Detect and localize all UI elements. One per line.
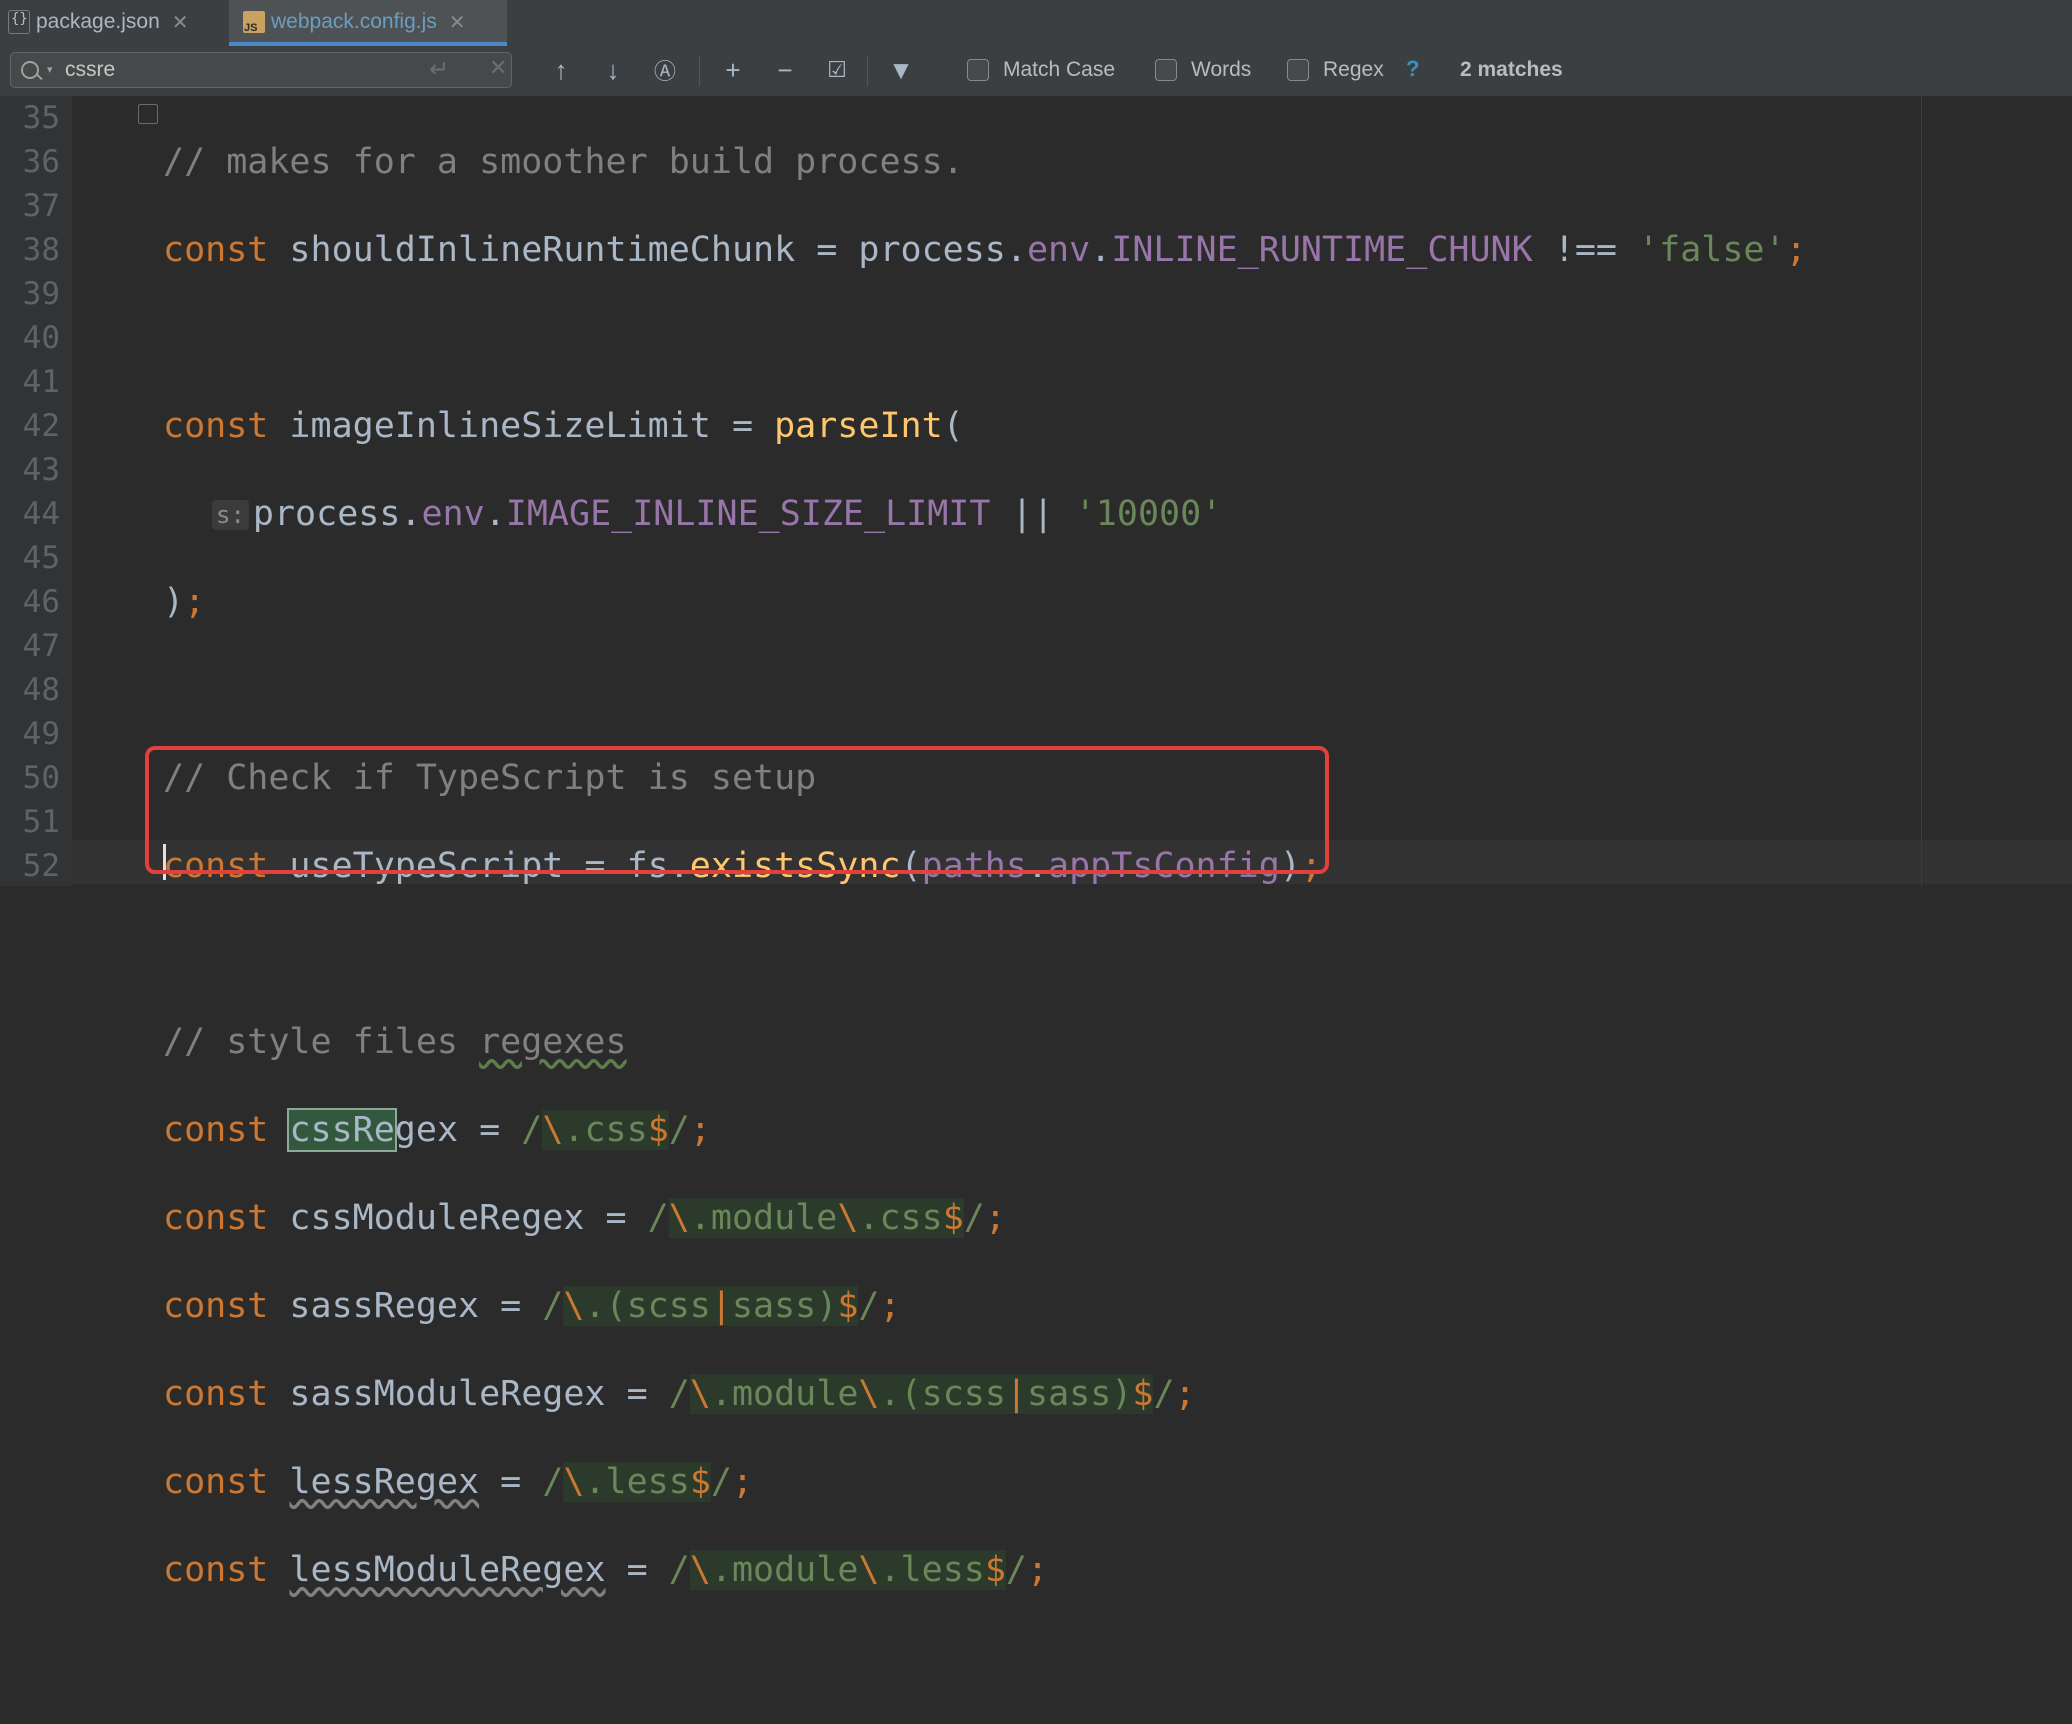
line-number: 47 [22, 628, 60, 664]
line-number: 43 [22, 452, 60, 488]
line-number: 37 [22, 188, 60, 224]
line-number: 42 [22, 408, 60, 444]
tab-webpack-config[interactable]: webpack.config.js ✕ [229, 0, 507, 46]
match-case-checkbox[interactable]: Match Case [967, 58, 1115, 82]
select-all-occurrences-icon[interactable]: ☑ [819, 52, 855, 88]
line-number: 50 [22, 760, 60, 796]
line-number: 40 [22, 320, 60, 356]
checkbox-label: Match Case [1003, 58, 1116, 81]
search-icon[interactable] [21, 61, 39, 79]
js-file-icon [243, 11, 265, 34]
tab-label: package.json [36, 10, 160, 33]
code-line: const lessRegex = /\.less$/; [163, 1462, 754, 1502]
line-number: 52 [22, 848, 60, 884]
fold-marker-icon[interactable] [138, 104, 158, 124]
line-number: 41 [22, 364, 60, 400]
code-line: // makes for a smoother build process. [163, 142, 964, 182]
close-icon[interactable]: ✕ [172, 10, 189, 35]
filter-icon[interactable]: ▼ [883, 52, 919, 88]
search-input[interactable] [63, 56, 407, 84]
line-number: 46 [22, 584, 60, 620]
tab-package-json[interactable]: package.json ✕ [8, 0, 214, 44]
remove-selection-icon[interactable]: − [767, 52, 803, 88]
right-margin-guide [1921, 96, 1922, 886]
code-line: const sassModuleRegex = /\.module\.(scss… [163, 1374, 1196, 1414]
toolbar-separator [867, 56, 868, 86]
line-number: 51 [22, 804, 60, 840]
line-number: 45 [22, 540, 60, 576]
code-line: const cssModuleRegex = /\.module\.css$/; [163, 1198, 1006, 1238]
code-line: ); [163, 582, 206, 622]
toolbar-separator [699, 56, 700, 86]
checkbox-box[interactable] [967, 59, 989, 81]
new-line-icon[interactable]: ↵ [429, 55, 449, 84]
code-line: const imageInlineSizeLimit = parseInt( [163, 406, 964, 446]
editor-tab-bar: package.json ✕ webpack.config.js ✕ [0, 0, 2072, 47]
regex-checkbox[interactable]: Regex [1287, 58, 1384, 82]
code-line: s: process.env.IMAGE_INLINE_SIZE_LIMIT ||… [163, 492, 1807, 536]
search-box: ▾ ↵ ✕ [10, 52, 512, 88]
line-number: 35 [22, 100, 60, 136]
line-number: 39 [22, 276, 60, 312]
code-line: const sassRegex = /\.(scss|sass)$/; [163, 1286, 901, 1326]
words-checkbox[interactable]: Words [1155, 58, 1251, 82]
line-number: 38 [22, 232, 60, 268]
search-match-highlight: cssRe [287, 1108, 397, 1152]
add-selection-icon[interactable]: + [715, 52, 751, 88]
match-count: 2 matches [1460, 58, 1563, 81]
checkbox-box[interactable] [1287, 59, 1309, 81]
line-number: 44 [22, 496, 60, 532]
previous-occurrence-button[interactable]: ↑ [543, 52, 579, 88]
code-line: const shouldInlineRuntimeChunk = process… [163, 230, 1807, 270]
line-number: 48 [22, 672, 60, 708]
line-number: 36 [22, 144, 60, 180]
checkbox-box[interactable] [1155, 59, 1177, 81]
close-icon[interactable]: ✕ [449, 10, 466, 35]
tab-label: webpack.config.js [271, 10, 437, 33]
code-line: const cssRegex = /\.css$/; [163, 1108, 711, 1152]
find-all-button[interactable]: Ⓐ [647, 52, 683, 88]
code-line: // style files regexes [163, 1022, 627, 1062]
next-occurrence-button[interactable]: ↓ [595, 52, 631, 88]
parameter-hint: s: [212, 500, 249, 530]
code-line: const lessModuleRegex = /\.module\.less$… [163, 1550, 1049, 1590]
checkbox-label: Regex [1323, 58, 1384, 81]
history-dropdown-icon[interactable]: ▾ [47, 63, 53, 76]
line-gutter[interactable]: 35 36 37 38 39 40 41 42 43 44 45 46 47 4… [0, 96, 72, 886]
clear-icon[interactable]: ✕ [489, 55, 507, 81]
regex-help-link[interactable]: ? [1406, 56, 1419, 82]
checkbox-label: Words [1191, 58, 1252, 81]
json-file-icon [8, 10, 30, 34]
annotation-highlight-box [145, 746, 1329, 874]
line-number: 49 [22, 716, 60, 752]
code-editor[interactable]: // makes for a smoother build process. c… [163, 96, 1807, 1724]
